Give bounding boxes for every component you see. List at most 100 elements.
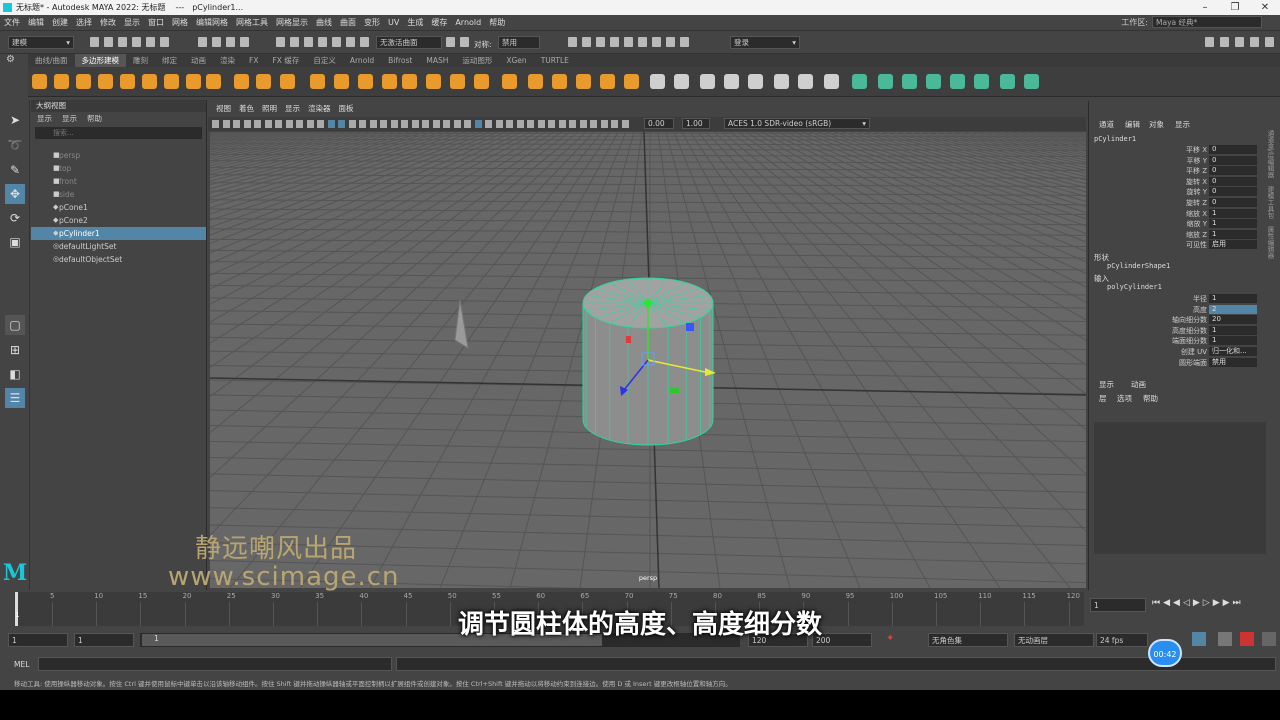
viewport-tool-icon[interactable] bbox=[212, 120, 219, 128]
shelf-tool-icon[interactable] bbox=[528, 74, 543, 89]
viewport-tool-icon[interactable] bbox=[548, 120, 555, 128]
menu-item[interactable]: 修改 bbox=[100, 17, 116, 28]
input-node-name[interactable]: polyCylinder1 bbox=[1107, 283, 1162, 291]
close-icon[interactable]: ✕ bbox=[1250, 0, 1280, 15]
input-row[interactable]: 圆形端面 禁用 bbox=[1089, 357, 1259, 368]
symmetry-dropdown[interactable]: 禁用 bbox=[498, 36, 540, 49]
status-tool-icon[interactable] bbox=[568, 37, 577, 47]
viewport-tool-icon[interactable] bbox=[464, 120, 471, 128]
viewport-tool-icon[interactable] bbox=[569, 120, 576, 128]
viewport-tool-icon[interactable] bbox=[600, 120, 608, 128]
input-value[interactable]: 20 bbox=[1209, 315, 1257, 325]
viewport-tool-icon[interactable] bbox=[579, 120, 587, 128]
menu-set-dropdown[interactable]: 建模 ▾ bbox=[8, 36, 74, 49]
viewport-tool-icon[interactable] bbox=[411, 120, 419, 128]
shelf-tool-icon[interactable] bbox=[280, 74, 295, 89]
shelf-tool-icon[interactable] bbox=[1024, 74, 1039, 89]
shelf-tool-icon[interactable] bbox=[450, 74, 465, 89]
menu-item[interactable]: 编辑 bbox=[28, 17, 44, 28]
menu-item[interactable]: 帮助 bbox=[489, 17, 505, 28]
shelf-tool-icon[interactable] bbox=[552, 74, 567, 89]
viewport-tool-icon[interactable] bbox=[443, 120, 450, 128]
shelf-tool-icon[interactable] bbox=[1000, 74, 1015, 89]
viewport-tool-icon[interactable] bbox=[233, 120, 240, 128]
menu-item[interactable]: 选择 bbox=[76, 17, 92, 28]
shelf-tab[interactable]: 动画 bbox=[184, 54, 213, 67]
rotate-tool-icon[interactable]: ⟳ bbox=[5, 208, 25, 228]
layer-menu-item[interactable]: 帮助 bbox=[1143, 393, 1158, 404]
channel-value[interactable]: 1 bbox=[1209, 229, 1257, 239]
shelf-tool-icon[interactable] bbox=[502, 74, 517, 89]
viewport-tool-icon[interactable] bbox=[327, 120, 335, 128]
shelf-tool-icon[interactable] bbox=[748, 74, 763, 89]
shelf-tool-icon[interactable] bbox=[878, 74, 893, 89]
shelf-tool-icon[interactable] bbox=[32, 74, 47, 89]
paint-select-icon[interactable]: ✎ bbox=[5, 160, 25, 180]
status-tool-icon[interactable] bbox=[290, 37, 299, 47]
viewport-tool-icon[interactable] bbox=[537, 120, 545, 128]
channel-value[interactable]: 1 bbox=[1209, 219, 1257, 229]
shelf-tool-icon[interactable] bbox=[576, 74, 591, 89]
lasso-tool-icon[interactable]: ➰ bbox=[5, 135, 25, 155]
status-tool-icon[interactable] bbox=[240, 37, 249, 47]
viewport-menu-item[interactable]: 照明 bbox=[262, 103, 277, 115]
outliner-item[interactable]: ◆ pCone2 bbox=[31, 214, 206, 227]
status-tool-icon[interactable] bbox=[160, 37, 169, 47]
status-tool-icon[interactable] bbox=[1220, 37, 1229, 47]
channel-row[interactable]: 平移 Z0 bbox=[1089, 166, 1259, 176]
status-tool-icon[interactable] bbox=[360, 37, 369, 47]
status-tool-icon[interactable] bbox=[1205, 37, 1214, 47]
shelf-tool-icon[interactable] bbox=[98, 74, 113, 89]
outliner-item[interactable]: ■ persp bbox=[31, 149, 206, 162]
viewport-tool-icon[interactable] bbox=[380, 120, 387, 128]
menu-item[interactable]: 窗口 bbox=[148, 17, 164, 28]
gamma-field[interactable]: 1.00 bbox=[682, 118, 710, 129]
shelf-tab[interactable]: 运动图形 bbox=[455, 54, 499, 67]
shelf-tool-icon[interactable] bbox=[674, 74, 689, 89]
input-row[interactable]: 创建 UV 归一化和... bbox=[1089, 347, 1259, 357]
menu-item[interactable]: 缓存 bbox=[431, 17, 447, 28]
layer-menu-item[interactable]: 选项 bbox=[1117, 393, 1132, 404]
shelf-tab[interactable]: 渲染 bbox=[213, 54, 242, 67]
3d-viewport[interactable] bbox=[210, 132, 1086, 588]
outliner-search-input[interactable]: 搜索... bbox=[35, 127, 202, 139]
status-tool-icon[interactable] bbox=[212, 37, 221, 47]
shelf-tool-icon[interactable] bbox=[700, 74, 715, 89]
input-row[interactable]: 端面细分数 1 bbox=[1089, 336, 1259, 346]
viewport-tool-icon[interactable] bbox=[590, 120, 597, 128]
shelf-tab[interactable]: TURTLE bbox=[534, 54, 576, 67]
status-tool-icon[interactable] bbox=[332, 37, 341, 47]
viewport-tool-icon[interactable] bbox=[275, 120, 282, 128]
status-tool-icon[interactable] bbox=[1235, 37, 1244, 47]
status-tool-icon[interactable] bbox=[610, 37, 619, 47]
outliner-menu-item[interactable]: 显示 bbox=[37, 112, 52, 125]
shelf-tool-icon[interactable] bbox=[624, 74, 639, 89]
channel-value[interactable]: 0 bbox=[1209, 155, 1257, 165]
menu-item[interactable]: 编辑网格 bbox=[196, 17, 228, 28]
shelf-tool-icon[interactable] bbox=[974, 74, 989, 89]
channel-row[interactable]: 缩放 Y1 bbox=[1089, 219, 1259, 229]
status-tool-icon[interactable] bbox=[680, 37, 689, 47]
viewport-tool-icon[interactable] bbox=[317, 120, 324, 128]
shelf-tab[interactable]: Bifrost bbox=[381, 54, 419, 67]
shelf-tab[interactable]: 雕刻 bbox=[126, 54, 155, 67]
shelf-tool-icon[interactable] bbox=[950, 74, 965, 89]
viewport-tool-icon[interactable] bbox=[506, 120, 513, 128]
viewport-tool-icon[interactable] bbox=[359, 120, 366, 128]
viewport-tool-icon[interactable] bbox=[422, 120, 429, 128]
viewport-tool-icon[interactable] bbox=[243, 120, 251, 128]
status-tool-icon[interactable] bbox=[146, 37, 155, 47]
menu-item[interactable]: Arnold bbox=[455, 18, 481, 27]
shelf-tab[interactable]: 多边形建模 bbox=[74, 54, 127, 67]
workspace-dropdown[interactable]: Maya 经典* bbox=[1152, 16, 1262, 28]
shelf-tool-icon[interactable] bbox=[926, 74, 941, 89]
shelf-tool-icon[interactable] bbox=[902, 74, 917, 89]
viewport-tool-icon[interactable] bbox=[390, 120, 398, 128]
channel-value[interactable]: 0 bbox=[1209, 187, 1257, 197]
shelf-tool-icon[interactable] bbox=[120, 74, 135, 89]
shelf-tool-icon[interactable] bbox=[852, 74, 867, 89]
viewport-tool-icon[interactable] bbox=[527, 120, 534, 128]
status-tool-icon[interactable] bbox=[666, 37, 675, 47]
shelf-tool-icon[interactable] bbox=[206, 74, 221, 89]
input-value[interactable]: 1 bbox=[1209, 294, 1257, 303]
